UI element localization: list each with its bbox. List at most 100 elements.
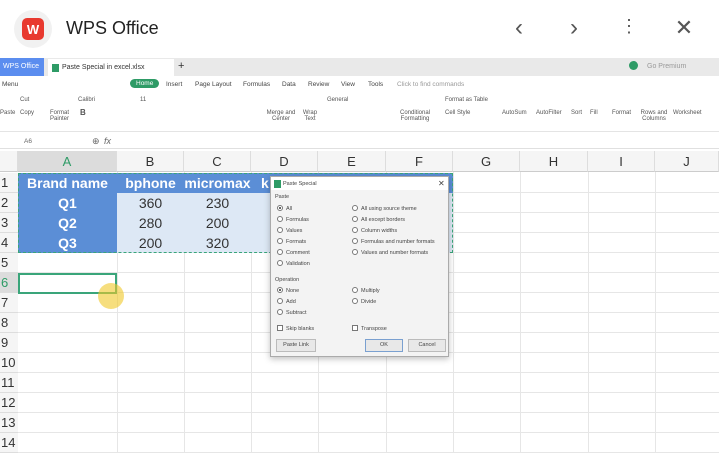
close-icon[interactable]: ✕ xyxy=(670,15,698,41)
command-search[interactable]: Click to find commands xyxy=(397,81,464,88)
tab-wps-office[interactable]: WPS Office xyxy=(0,58,44,76)
tab-formulas[interactable]: Formulas xyxy=(243,81,270,88)
font-size-select[interactable]: 11 xyxy=(140,97,146,103)
radio-paste_right-0[interactable] xyxy=(352,205,358,211)
cancel-button[interactable]: Cancel xyxy=(408,339,446,352)
row-header[interactable]: 11 xyxy=(0,373,18,393)
autosum-button[interactable]: AutoSum xyxy=(502,110,527,116)
column-header[interactable]: D xyxy=(251,151,318,172)
row-header[interactable]: 14 xyxy=(0,433,18,453)
row-header[interactable]: 1 xyxy=(0,173,18,193)
radio-op_left-1[interactable] xyxy=(277,298,283,304)
radio-op_left-0[interactable] xyxy=(277,287,283,293)
go-premium[interactable]: Go Premium xyxy=(647,63,686,70)
tab-page-layout[interactable]: Page Layout xyxy=(195,81,232,88)
format-button[interactable]: Format xyxy=(612,110,631,116)
worksheet-button[interactable]: Worksheet xyxy=(673,110,702,116)
forward-icon[interactable]: › xyxy=(560,14,588,42)
row-header[interactable]: 13 xyxy=(0,413,18,433)
radio-paste_right-4[interactable] xyxy=(352,249,358,255)
gridline xyxy=(18,432,719,433)
radio-paste_left-5[interactable] xyxy=(277,260,283,266)
cursor-highlight xyxy=(98,283,124,309)
paste-button[interactable]: Paste xyxy=(0,110,15,116)
tab-tools[interactable]: Tools xyxy=(368,81,383,88)
number-format-select[interactable]: General xyxy=(327,97,348,103)
row-header[interactable]: 3 xyxy=(0,213,18,233)
tab-data[interactable]: Data xyxy=(282,81,296,88)
radio-paste_right-1[interactable] xyxy=(352,216,358,222)
radio-op_right-0[interactable] xyxy=(352,287,358,293)
radio-paste_left-2[interactable] xyxy=(277,227,283,233)
zoom-icon[interactable]: ⊕ xyxy=(92,136,100,147)
radio-label: Multiply xyxy=(361,288,380,294)
radio-label: Divide xyxy=(361,299,377,305)
new-tab-button[interactable]: + xyxy=(178,60,184,72)
gridline xyxy=(588,172,589,452)
column-header[interactable]: C xyxy=(184,151,251,172)
row-header[interactable]: 12 xyxy=(0,393,18,413)
transpose-checkbox[interactable] xyxy=(352,325,358,331)
font-select[interactable]: Calibri xyxy=(78,97,133,103)
avatar[interactable] xyxy=(629,61,638,70)
tab-home[interactable]: Home xyxy=(130,79,160,88)
tab-view[interactable]: View xyxy=(341,81,355,88)
format-as-table-button[interactable]: Format as Table xyxy=(445,97,488,103)
row-header[interactable]: 6 xyxy=(0,273,18,293)
rows-columns-button[interactable]: Rows and Columns xyxy=(640,110,668,122)
row-header[interactable]: 7 xyxy=(0,293,18,313)
tab-insert[interactable]: Insert xyxy=(166,81,182,88)
radio-paste_right-3[interactable] xyxy=(352,238,358,244)
fx-button[interactable]: fx xyxy=(104,136,111,146)
radio-op_right-1[interactable] xyxy=(352,298,358,304)
row-header[interactable]: 4 xyxy=(0,233,18,253)
skip-blanks-checkbox[interactable] xyxy=(277,325,283,331)
dialog-close-icon[interactable]: ✕ xyxy=(438,179,445,188)
menu-button[interactable]: Menu xyxy=(2,81,18,88)
bold-button[interactable]: B xyxy=(80,108,86,117)
tab-document[interactable]: Paste Special in excel.xlsx xyxy=(48,59,174,76)
row-header[interactable]: 9 xyxy=(0,333,18,353)
radio-paste_left-0[interactable] xyxy=(277,205,283,211)
conditional-formatting-button[interactable]: Conditional Formatting xyxy=(398,110,432,122)
copy-button[interactable]: Copy xyxy=(20,110,34,116)
tab-review[interactable]: Review xyxy=(308,81,329,88)
radio-paste_right-2[interactable] xyxy=(352,227,358,233)
radio-label: Subtract xyxy=(286,310,307,316)
paste-link-button[interactable]: Paste Link xyxy=(276,339,316,352)
radio-paste_left-3[interactable] xyxy=(277,238,283,244)
column-header[interactable]: E xyxy=(318,151,386,172)
row-header[interactable]: 8 xyxy=(0,313,18,333)
radio-label: None xyxy=(286,288,300,294)
radio-label: All using source theme xyxy=(361,206,417,212)
column-header[interactable]: F xyxy=(386,151,453,172)
paste-section-label: Paste xyxy=(275,194,290,200)
radio-label: Column widths xyxy=(361,228,398,234)
name-box[interactable]: A6 xyxy=(24,138,32,145)
column-header[interactable]: A xyxy=(18,151,117,172)
radio-paste_left-4[interactable] xyxy=(277,249,283,255)
sort-button[interactable]: Sort xyxy=(571,110,582,116)
column-header[interactable]: I xyxy=(588,151,655,172)
select-all-corner[interactable] xyxy=(0,151,18,172)
fill-button[interactable]: Fill xyxy=(590,110,598,116)
format-painter-button[interactable]: Format Painter xyxy=(50,110,72,122)
radio-op_left-2[interactable] xyxy=(277,309,283,315)
cut-button[interactable]: Cut xyxy=(20,97,29,103)
row-header[interactable]: 10 xyxy=(0,353,18,373)
radio-label: Values xyxy=(286,228,303,234)
merge-center-button[interactable]: Merge and Center xyxy=(266,110,296,122)
ok-button[interactable]: OK xyxy=(365,339,403,352)
column-header[interactable]: J xyxy=(655,151,719,172)
autofilter-button[interactable]: AutoFilter xyxy=(536,110,562,116)
row-header[interactable]: 5 xyxy=(0,253,18,273)
radio-paste_left-1[interactable] xyxy=(277,216,283,222)
back-icon[interactable]: ‹ xyxy=(505,14,533,42)
column-header[interactable]: H xyxy=(520,151,588,172)
wrap-text-button[interactable]: Wrap Text xyxy=(302,110,318,122)
more-icon[interactable]: ⋮ xyxy=(615,16,643,37)
cell-style-button[interactable]: Cell Style xyxy=(445,110,470,116)
row-header[interactable]: 2 xyxy=(0,193,18,213)
column-header[interactable]: G xyxy=(453,151,520,172)
column-header[interactable]: B xyxy=(117,151,184,172)
